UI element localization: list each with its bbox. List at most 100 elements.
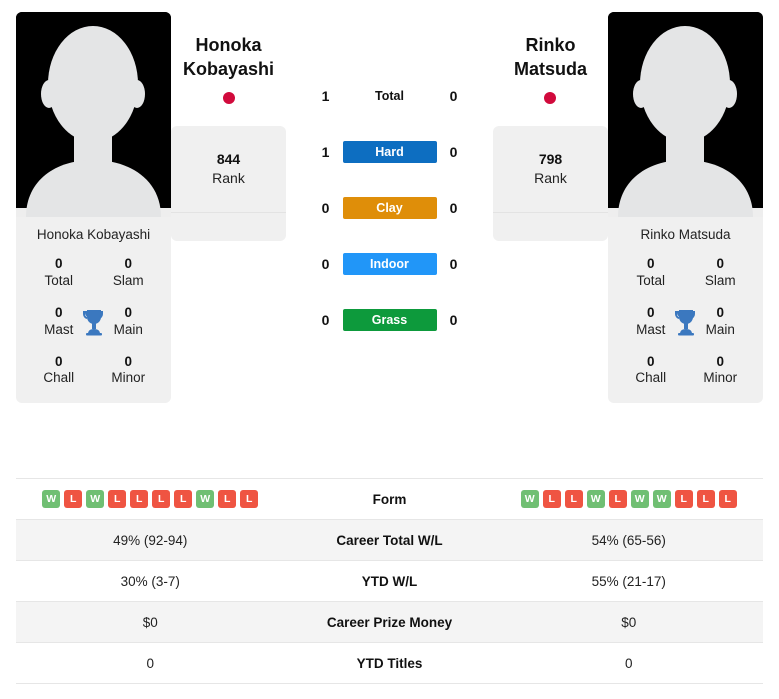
- right-high-value: 798: [539, 237, 562, 240]
- right-titles-chall-value: 0: [646, 353, 655, 369]
- right-form-strip: WLLWLWWLLL: [520, 490, 737, 508]
- surface-row-grass: 0 Grass 0: [286, 292, 493, 348]
- table-row-career-prize-money: $0 Career Prize Money $0: [16, 602, 763, 643]
- surface-hard-right-score: 0: [449, 144, 458, 160]
- left-form-badge-9[interactable]: L: [240, 490, 259, 508]
- right-form-badge-8[interactable]: L: [696, 490, 715, 508]
- left-titles-minor: 0 Minor: [94, 354, 164, 388]
- left-titles-chall-value: 0: [54, 353, 63, 369]
- left-form-badge-3[interactable]: L: [108, 490, 127, 508]
- right-titles-main-label: Main: [705, 321, 735, 337]
- left-titles-slam-value: 0: [124, 256, 132, 271]
- right-titles-total-value: 0: [646, 256, 655, 271]
- left-form-badge-8[interactable]: L: [218, 490, 237, 508]
- right-titles-minor-label: Minor: [703, 370, 738, 386]
- surface-total-right-score: 0: [449, 88, 458, 104]
- right-form-badge-2[interactable]: L: [564, 490, 583, 508]
- right-player-name-line1: Rinko: [525, 35, 576, 55]
- left-titles-minor-value: 0: [124, 353, 132, 369]
- surface-row-total: 1 Total 0: [286, 68, 493, 124]
- right-player-name-line2: Matsuda: [513, 58, 587, 79]
- left-titles-card: Honoka Kobayashi 0 Total 0 Slam 0 Mast 0…: [16, 217, 171, 404]
- surface-row-indoor: 0 Indoor 0: [286, 236, 493, 292]
- left-form-badge-7[interactable]: W: [196, 490, 215, 508]
- left-player-center-stack: Honoka Kobayashi 844 Rank 752 High 24 Ag…: [171, 12, 286, 241]
- right-form-badge-7[interactable]: L: [674, 490, 693, 508]
- avatar-silhouette-icon: [16, 12, 171, 217]
- row-label-ytd-wl: YTD W/L: [361, 573, 418, 589]
- right-titles-player-name: Rinko Matsuda: [640, 227, 731, 242]
- left-form-badge-5[interactable]: L: [152, 490, 171, 508]
- right-player-avatar: [608, 12, 763, 217]
- left-career-prize-money: $0: [142, 614, 158, 630]
- surface-grass-left-score: 0: [321, 312, 330, 328]
- left-rank-value: 844: [216, 151, 241, 168]
- table-row-ytd-wl: 30% (3-7) YTD W/L 55% (21-17): [16, 561, 763, 602]
- right-form-cell: WLLWLWWLLL: [495, 490, 764, 508]
- right-form-badge-3[interactable]: W: [586, 490, 605, 508]
- left-high-value: 752: [217, 237, 240, 240]
- left-titles-mast-value: 0: [54, 304, 63, 320]
- left-titles-total-label: Total: [44, 272, 74, 288]
- player-comparison-header: Honoka Kobayashi 0 Total 0 Slam 0 Mast 0…: [0, 0, 779, 470]
- right-form-badge-9[interactable]: L: [718, 490, 737, 508]
- right-titles-main-value: 0: [716, 304, 724, 320]
- surface-indoor-left-score: 0: [321, 256, 330, 272]
- surface-row-clay: 0 Clay 0: [286, 180, 493, 236]
- surface-clay-right-score: 0: [449, 200, 458, 216]
- right-form-badge-4[interactable]: L: [608, 490, 627, 508]
- surface-clay-badge[interactable]: Clay: [342, 197, 437, 219]
- left-titles-main-label: Main: [113, 321, 143, 337]
- right-titles-slam-label: Slam: [704, 272, 736, 288]
- left-rank-cell: 844 Rank: [171, 126, 286, 213]
- right-titles-minor: 0 Minor: [686, 354, 756, 388]
- left-form-badge-2[interactable]: W: [86, 490, 105, 508]
- surface-hard-badge[interactable]: Hard: [342, 141, 437, 163]
- avatar-silhouette-icon: [608, 12, 763, 217]
- surface-hard-left-score: 1: [321, 144, 330, 160]
- surface-grass-badge[interactable]: Grass: [342, 309, 437, 331]
- surface-total-left-score: 1: [321, 88, 330, 104]
- right-player-center-stack: Rinko Matsuda 798 Rank 798 High 19 Age P…: [493, 12, 608, 241]
- right-form-badge-1[interactable]: L: [542, 490, 561, 508]
- left-titles-chall: 0 Chall: [24, 354, 94, 388]
- left-titles-chall-label: Chall: [43, 370, 75, 386]
- right-titles-slam: 0 Slam: [686, 256, 756, 290]
- right-ytd-titles: 0: [624, 655, 633, 671]
- left-titles-main-value: 0: [124, 304, 132, 320]
- right-titles-total: 0 Total: [616, 256, 686, 290]
- right-ytd-wl: 55% (21-17): [591, 573, 666, 589]
- left-form-badge-4[interactable]: L: [130, 490, 149, 508]
- surface-row-hard: 1 Hard 0: [286, 124, 493, 180]
- left-player-avatar: [16, 12, 171, 217]
- left-form-cell: WLWLLLLWLL: [16, 490, 285, 508]
- right-titles-total-label: Total: [636, 272, 666, 288]
- right-career-prize-money: $0: [621, 614, 637, 630]
- left-titles-total-value: 0: [54, 256, 63, 271]
- row-label-ytd-titles: YTD Titles: [356, 655, 423, 671]
- surface-indoor-right-score: 0: [449, 256, 458, 272]
- right-form-badge-5[interactable]: W: [630, 490, 649, 508]
- right-titles-slam-value: 0: [716, 256, 724, 271]
- left-rank-label: Rank: [212, 169, 245, 186]
- row-label-career-prize-money: Career Prize Money: [326, 614, 453, 630]
- right-titles-card: Rinko Matsuda 0 Total 0 Slam 0 Mast 0 Ma…: [608, 217, 763, 404]
- surface-grass-right-score: 0: [449, 312, 458, 328]
- left-form-badge-6[interactable]: L: [174, 490, 193, 508]
- left-form-badge-1[interactable]: L: [64, 490, 83, 508]
- right-player-name-block: Rinko Matsuda: [514, 12, 587, 104]
- left-player-name-block: Honoka Kobayashi: [183, 12, 274, 104]
- right-titles-minor-value: 0: [716, 353, 724, 369]
- left-form-strip: WLWLLLLWLL: [42, 490, 259, 508]
- left-titles-slam: 0 Slam: [94, 256, 164, 290]
- right-form-badge-0[interactable]: W: [520, 490, 539, 508]
- left-form-badge-0[interactable]: W: [42, 490, 61, 508]
- table-row-ytd-titles: 0 YTD Titles 0: [16, 643, 763, 684]
- row-label-career-total-wl: Career Total W/L: [336, 532, 443, 548]
- right-career-total-wl: 54% (65-56): [591, 532, 666, 548]
- surface-head-to-head: 1 Total 0 1 Hard 0 0 Clay 0 0 Indoor 0 0…: [286, 12, 493, 348]
- right-rank-value: 798: [538, 151, 563, 168]
- table-row-form: WLWLLLLWLL Form WLLWLWWLLL: [16, 479, 763, 520]
- surface-indoor-badge[interactable]: Indoor: [342, 253, 437, 275]
- right-form-badge-6[interactable]: W: [652, 490, 671, 508]
